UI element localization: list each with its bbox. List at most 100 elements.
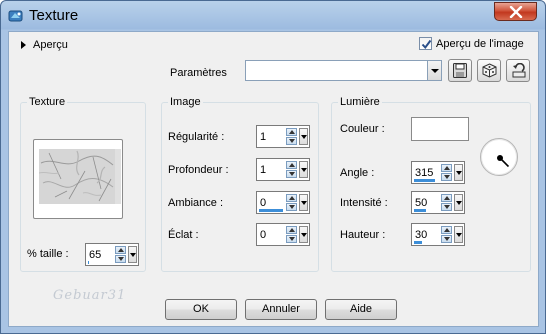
title-bar[interactable]: Texture <box>1 1 545 31</box>
annuler-button[interactable]: Annuler <box>245 299 317 320</box>
ok-button[interactable]: OK <box>165 299 237 320</box>
couleur-swatch[interactable] <box>411 117 469 141</box>
spinbox-stepper[interactable] <box>286 128 297 145</box>
apercu-label: Aperçu <box>33 39 68 51</box>
spinbox-dropdown-button[interactable] <box>454 194 463 211</box>
taille-dropdown-button[interactable] <box>128 246 137 263</box>
spinbox-dropdown-button[interactable] <box>299 161 308 178</box>
image-group-title: Image <box>168 96 203 108</box>
taille-stepper[interactable] <box>115 246 126 263</box>
arrow-up-icon[interactable] <box>115 246 126 254</box>
spinbox-value[interactable]: 0 <box>260 197 266 209</box>
randomize-button[interactable] <box>477 59 501 82</box>
spinbox-dropdown-button[interactable] <box>454 164 463 181</box>
texture-group: Texture % taille : 65 <box>20 96 146 272</box>
arrow-up-icon[interactable] <box>441 194 452 202</box>
arrow-down-icon[interactable] <box>441 173 452 181</box>
lumiere-spinbox[interactable]: 315 <box>411 161 465 184</box>
arrow-down-icon[interactable] <box>286 170 297 178</box>
spinbox-value[interactable]: 30 <box>415 229 427 241</box>
arrow-up-icon[interactable] <box>286 226 297 234</box>
taille-label: % taille : <box>27 248 69 260</box>
lumiere-field-label: Intensité : <box>340 197 388 209</box>
spinbox-level-bar <box>414 179 435 182</box>
apercu-image-checkbox[interactable]: Aperçu de l'image <box>419 37 524 50</box>
spinbox-dropdown-button[interactable] <box>299 226 308 243</box>
lumiere-field-label: Hauteur : <box>340 229 386 241</box>
image-field-label: Profondeur : <box>168 164 229 176</box>
arrow-up-icon[interactable] <box>286 128 297 136</box>
texture-dialog-window: Texture Aperçu Aperçu de l'image Paramèt… <box>0 0 546 334</box>
expand-triangle-icon <box>21 41 26 49</box>
parametres-label: Paramètres <box>170 67 227 79</box>
spinbox-level-bar <box>414 241 422 244</box>
image-group: Image Régularité : 1 Profondeur : 1 Ambiance… <box>161 96 319 272</box>
spinbox-value[interactable]: 1 <box>260 164 266 176</box>
image-field-label: Ambiance : <box>168 197 224 209</box>
dialog-client-area: Aperçu Aperçu de l'image Paramètres Text… <box>8 31 539 327</box>
dice-icon <box>482 63 497 78</box>
arrow-down-icon[interactable] <box>115 255 126 263</box>
window-title: Texture <box>29 7 79 24</box>
apercu-expander[interactable]: Aperçu <box>21 38 68 52</box>
spinbox-stepper[interactable] <box>286 194 297 211</box>
taille-level-bar <box>88 261 89 264</box>
arrow-down-icon[interactable] <box>286 203 297 211</box>
image-spinbox[interactable]: 1 <box>256 158 310 181</box>
spinbox-dropdown-button[interactable] <box>299 128 308 145</box>
lumiere-spinbox[interactable]: 50 <box>411 191 465 214</box>
texture-group-title: Texture <box>27 96 68 108</box>
aide-button[interactable]: Aide <box>325 299 397 320</box>
checkmark-icon <box>421 39 432 50</box>
arrow-up-icon[interactable] <box>286 161 297 169</box>
image-spinbox[interactable]: 0 <box>256 191 310 214</box>
texture-preview-button[interactable] <box>33 139 123 219</box>
lumiere-group-title: Lumière <box>338 96 382 108</box>
couleur-label: Couleur : <box>340 123 385 135</box>
reset-button[interactable] <box>506 59 530 82</box>
image-field-label: Éclat : <box>168 229 199 241</box>
spinbox-level-bar <box>414 209 426 212</box>
texture-preview-image <box>39 149 115 204</box>
taille-spinbox[interactable]: 65 <box>85 243 139 266</box>
chevron-down-icon[interactable] <box>427 61 441 80</box>
arrow-down-icon[interactable] <box>441 235 452 243</box>
spinbox-dropdown-button[interactable] <box>299 194 308 211</box>
arrow-up-icon[interactable] <box>441 164 452 172</box>
texture-app-icon <box>8 8 24 24</box>
lumiere-spinbox[interactable]: 30 <box>411 223 465 246</box>
checkbox-box[interactable] <box>419 37 432 50</box>
image-field-label: Régularité : <box>168 131 225 143</box>
arrow-down-icon[interactable] <box>286 235 297 243</box>
reset-undo-icon <box>512 63 526 78</box>
lumiere-group: Lumière Couleur : Angle : 315 Intensité : 5… <box>331 96 531 272</box>
spinbox-stepper[interactable] <box>441 226 452 243</box>
arrow-down-icon[interactable] <box>286 137 297 145</box>
angle-dial-needle-icon <box>497 155 510 168</box>
spinbox-value[interactable]: 0 <box>260 229 266 241</box>
arrow-down-icon[interactable] <box>441 203 452 211</box>
spinbox-value[interactable]: 50 <box>415 197 427 209</box>
save-preset-button[interactable] <box>448 59 472 82</box>
image-spinbox[interactable]: 1 <box>256 125 310 148</box>
spinbox-stepper[interactable] <box>286 226 297 243</box>
taille-value[interactable]: 65 <box>89 249 101 261</box>
spinbox-dropdown-button[interactable] <box>454 226 463 243</box>
spinbox-value[interactable]: 1 <box>260 131 266 143</box>
spinbox-stepper[interactable] <box>441 194 452 211</box>
arrow-up-icon[interactable] <box>286 194 297 202</box>
close-button[interactable] <box>494 2 537 21</box>
close-icon <box>509 6 523 18</box>
parametres-combobox[interactable] <box>245 60 442 81</box>
apercu-image-label: Aperçu de l'image <box>436 37 524 50</box>
floppy-disk-icon <box>453 63 467 78</box>
arrow-up-icon[interactable] <box>441 226 452 234</box>
image-spinbox[interactable]: 0 <box>256 223 310 246</box>
spinbox-stepper[interactable] <box>286 161 297 178</box>
angle-dial[interactable] <box>480 138 518 176</box>
spinbox-level-bar <box>259 209 283 212</box>
spinbox-value[interactable]: 315 <box>415 167 433 179</box>
lumiere-field-label: Angle : <box>340 167 375 179</box>
texture-preview-scrollbar[interactable] <box>115 149 121 204</box>
spinbox-stepper[interactable] <box>441 164 452 181</box>
